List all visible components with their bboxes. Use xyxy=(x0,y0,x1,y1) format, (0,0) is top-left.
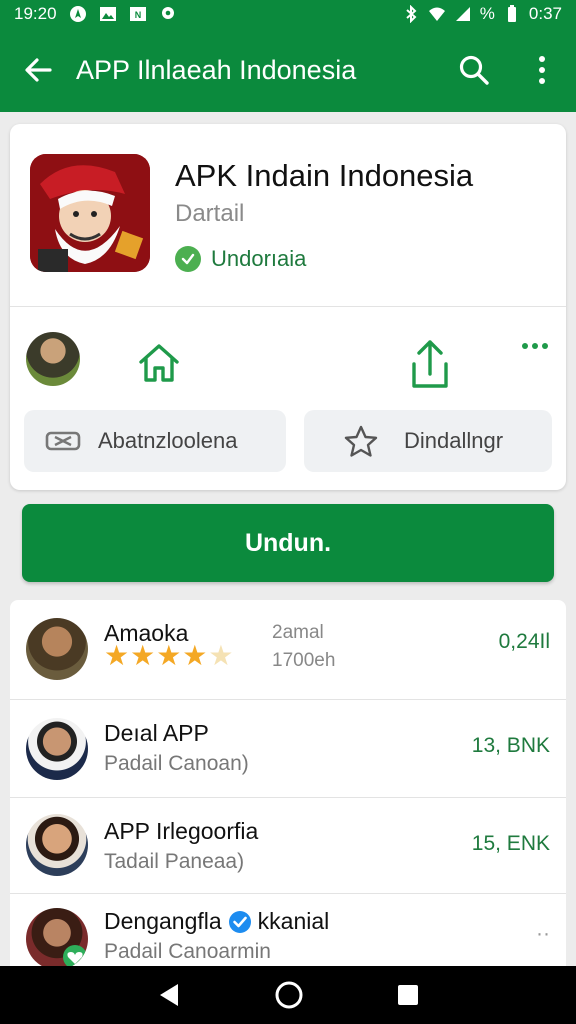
navigation-icon xyxy=(69,6,86,22)
list-item-subtitle: Padail Canoarmin xyxy=(104,940,271,963)
developer-avatar[interactable] xyxy=(26,332,80,386)
news-icon: N xyxy=(129,7,146,21)
list-item[interactable]: Deıal APP Padail Canoan) 13, BNK xyxy=(10,700,566,798)
battery-percent: % xyxy=(479,4,495,23)
app-icon[interactable] xyxy=(30,154,150,272)
battery-icon xyxy=(507,5,516,22)
list-item-title: Dengangfla kkanial xyxy=(104,908,329,935)
app-list: Amaoka ★★★★★ 2amal 1700eh 0,24Il Deıal A… xyxy=(10,600,566,966)
install-button[interactable]: Undun. xyxy=(22,504,554,582)
location-icon xyxy=(161,7,174,19)
app-subtitle: Dartail xyxy=(175,200,245,227)
verified-label: Undorıaia xyxy=(211,246,307,271)
app-info-card: APK Indain Indonesia Dartail Undorıaia A… xyxy=(10,124,566,490)
more-vert-icon xyxy=(539,56,545,84)
verified-blue-icon xyxy=(228,910,251,933)
back-button[interactable] xyxy=(0,28,76,112)
list-item-title: APP Irlegoorfia xyxy=(104,818,259,844)
home-button[interactable] xyxy=(136,340,182,391)
share-icon xyxy=(412,340,448,388)
list-item-title: Deıal APP xyxy=(104,720,209,746)
avatar xyxy=(26,814,88,876)
list-item-value: ·· xyxy=(536,922,550,945)
gallery-icon xyxy=(99,7,116,21)
star-icon xyxy=(344,425,378,457)
status-bar: 19:20 N % 0:37 xyxy=(0,0,576,28)
app-bar: APP Ilnlaeah Indonesia xyxy=(0,28,576,112)
chip-left[interactable]: Abatnzloolena xyxy=(24,410,286,472)
avatar xyxy=(26,618,88,680)
home-icon xyxy=(139,344,179,382)
svg-text:N: N xyxy=(134,10,141,20)
list-item-meta-2: 1700eh xyxy=(272,650,336,671)
overflow-menu-button[interactable] xyxy=(508,28,576,112)
list-item-title-suffix: kkanial xyxy=(257,908,330,934)
status-time: 19:20 xyxy=(14,4,57,23)
nav-home-icon[interactable] xyxy=(274,980,304,1010)
bluetooth-icon xyxy=(406,5,417,23)
more-options-button[interactable] xyxy=(520,338,550,356)
verified-badge: Undorıaia xyxy=(175,246,306,272)
sync-icon xyxy=(45,431,81,451)
wifi-icon xyxy=(428,7,445,21)
list-item[interactable]: Amaoka ★★★★★ 2amal 1700eh 0,24Il xyxy=(10,600,566,700)
nav-back-icon[interactable] xyxy=(156,981,182,1009)
list-item[interactable]: Dengangfla kkanial Padail Canoarmin ·· xyxy=(10,894,566,966)
status-clock-right: 0:37 xyxy=(528,4,562,23)
rating-stars: ★★★★★ xyxy=(104,640,235,671)
chip-right-label: Dindallngr xyxy=(404,428,504,453)
list-item-value: 0,24Il xyxy=(498,630,550,653)
app-name: APK Indain Indonesia xyxy=(175,158,474,193)
list-item-value: 13, BNK xyxy=(471,734,550,757)
list-item-title-text: Dengangfla xyxy=(104,908,222,934)
avatar xyxy=(26,908,88,966)
list-item-subtitle: Tadail Paneaa) xyxy=(104,850,245,873)
list-item-value: 15, ENK xyxy=(471,832,550,855)
list-item-subtitle: Padail Canoan) xyxy=(104,752,249,775)
list-item-meta: 2amal xyxy=(272,622,324,643)
list-item[interactable]: APP Irlegoorfia Tadail Paneaa) 15, ENK xyxy=(10,798,566,894)
nav-recents-icon[interactable] xyxy=(396,983,420,1007)
avatar xyxy=(26,718,88,780)
search-icon xyxy=(459,55,489,85)
share-button[interactable] xyxy=(408,338,452,395)
divider xyxy=(10,306,566,307)
chip-left-label: Abatnzloolena xyxy=(98,428,238,453)
search-button[interactable] xyxy=(440,28,508,112)
verified-icon xyxy=(175,246,201,272)
signal-icon xyxy=(455,7,470,21)
page-title: APP Ilnlaeah Indonesia xyxy=(76,54,357,85)
back-arrow-icon xyxy=(25,58,52,82)
app-icon-artwork xyxy=(30,154,150,272)
heart-badge-icon xyxy=(63,945,87,966)
more-horiz-icon xyxy=(522,343,548,349)
system-nav-bar xyxy=(0,966,576,1024)
chip-right[interactable]: Dindallngr xyxy=(304,410,552,472)
